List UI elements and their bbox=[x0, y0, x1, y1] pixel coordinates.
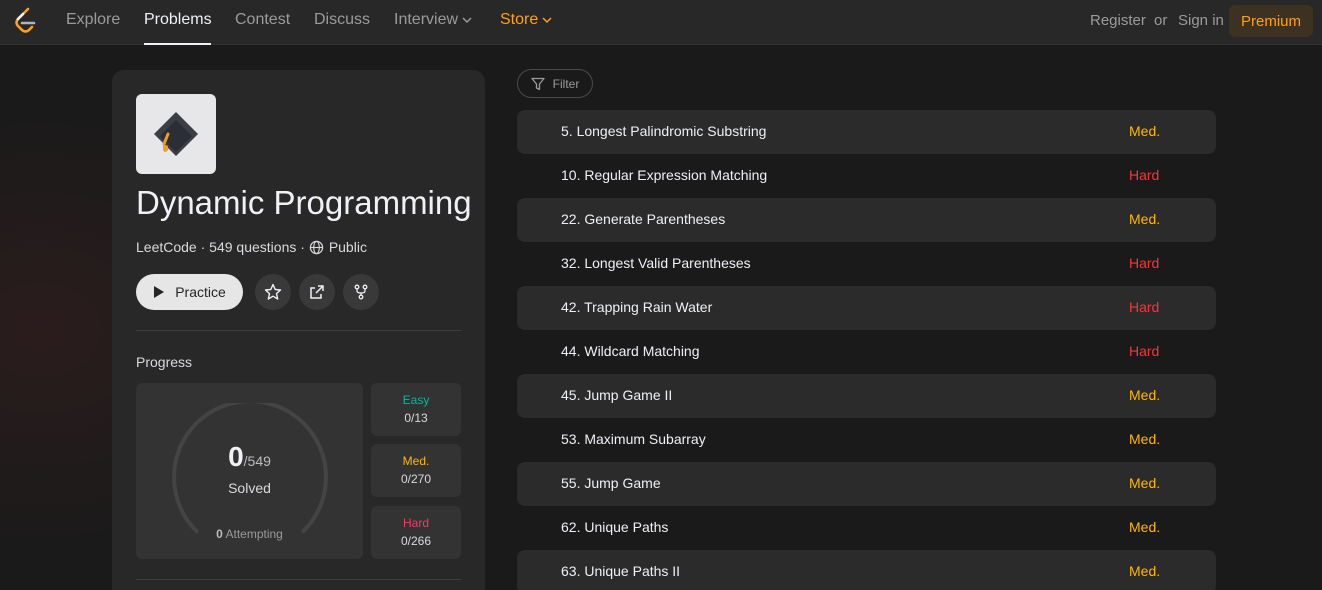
star-icon bbox=[264, 283, 282, 300]
problem-row[interactable]: 45. Jump Game II Med. bbox=[517, 374, 1216, 418]
problem-title[interactable]: 55. Jump Game bbox=[561, 475, 661, 491]
problem-title[interactable]: 22. Generate Parentheses bbox=[561, 211, 725, 227]
leetcode-logo-icon[interactable] bbox=[12, 7, 38, 35]
solved-total: /549 bbox=[243, 453, 271, 469]
hard-label: Hard bbox=[402, 516, 429, 530]
filter-label: Filter bbox=[552, 76, 580, 91]
fork-icon bbox=[354, 284, 368, 300]
globe-icon bbox=[309, 240, 324, 254]
nav-store-label: Store bbox=[500, 11, 539, 28]
list-cover-image bbox=[136, 94, 216, 174]
problem-row[interactable]: 55. Jump Game Med. bbox=[517, 462, 1216, 506]
meta-separator: · bbox=[196, 239, 210, 255]
problem-row[interactable]: 32. Longest Valid Parentheses Hard bbox=[517, 242, 1216, 286]
problem-title[interactable]: 42. Trapping Rain Water bbox=[561, 299, 712, 315]
favorite-button[interactable] bbox=[255, 274, 291, 310]
attempting-label: Attempting bbox=[225, 527, 283, 541]
problem-difficulty: Med. bbox=[1129, 123, 1161, 139]
list-title: Dynamic Programming bbox=[136, 184, 472, 221]
problem-row[interactable]: 5. Longest Palindromic Substring Med. bbox=[517, 110, 1216, 154]
medium-value: 0/270 bbox=[400, 472, 432, 486]
attempting-info: 0 Attempting bbox=[136, 527, 363, 541]
register-link[interactable]: Register bbox=[1090, 12, 1146, 29]
solved-label: Solved bbox=[228, 480, 271, 496]
easy-value: 0/13 bbox=[404, 411, 428, 425]
filter-icon bbox=[531, 77, 545, 90]
problem-difficulty: Med. bbox=[1129, 211, 1161, 227]
nav-discuss[interactable]: Discuss bbox=[314, 11, 370, 29]
question-count: 549 questions bbox=[209, 239, 297, 255]
sign-in-link[interactable]: Sign in bbox=[1178, 12, 1224, 29]
external-link-icon bbox=[310, 285, 324, 299]
nav-contest[interactable]: Contest bbox=[235, 11, 290, 29]
problem-title[interactable]: 63. Unique Paths II bbox=[561, 563, 680, 579]
active-tab-indicator bbox=[144, 43, 211, 45]
visibility-label: Public bbox=[328, 239, 367, 255]
problem-row[interactable]: 63. Unique Paths II Med. bbox=[517, 550, 1216, 590]
medium-label: Med. bbox=[402, 454, 430, 468]
nav-problems[interactable]: Problems bbox=[144, 11, 212, 29]
problem-title[interactable]: 32. Longest Valid Parentheses bbox=[561, 255, 751, 271]
or-text: or bbox=[1154, 12, 1168, 29]
easy-stat: Easy 0/13 bbox=[371, 383, 461, 436]
problem-title[interactable]: 45. Jump Game II bbox=[561, 387, 672, 403]
problem-difficulty: Med. bbox=[1129, 475, 1161, 491]
problem-difficulty: Med. bbox=[1129, 519, 1161, 535]
practice-button[interactable]: Practice bbox=[136, 274, 243, 310]
problem-difficulty: Hard bbox=[1129, 255, 1160, 271]
problem-row[interactable]: 62. Unique Paths Med. bbox=[517, 506, 1216, 550]
easy-label: Easy bbox=[402, 393, 430, 407]
solved-value: 0 bbox=[228, 441, 244, 472]
progress-ring-panel: 0/549 Solved 0 Attempting bbox=[136, 383, 363, 559]
problem-title[interactable]: 5. Longest Palindromic Substring bbox=[561, 123, 766, 139]
divider bbox=[136, 579, 461, 580]
problem-row[interactable]: 10. Regular Expression Matching Hard bbox=[517, 154, 1216, 198]
problem-difficulty: Med. bbox=[1129, 431, 1161, 447]
practice-label: Practice bbox=[175, 284, 226, 300]
divider bbox=[136, 330, 461, 331]
problem-row[interactable]: 22. Generate Parentheses Med. bbox=[517, 198, 1216, 242]
nav-interview[interactable]: Interview bbox=[394, 11, 472, 29]
problem-difficulty: Hard bbox=[1129, 343, 1160, 359]
chevron-down-icon bbox=[542, 17, 552, 23]
problem-title[interactable]: 53. Maximum Subarray bbox=[561, 431, 706, 447]
problem-difficulty: Med. bbox=[1129, 387, 1161, 403]
attempting-count: 0 bbox=[216, 527, 223, 541]
problem-title[interactable]: 10. Regular Expression Matching bbox=[561, 167, 767, 183]
problem-difficulty: Hard bbox=[1129, 167, 1160, 183]
nav-store[interactable]: Store bbox=[500, 11, 552, 29]
filter-button[interactable]: Filter bbox=[517, 69, 593, 98]
problem-title[interactable]: 44. Wildcard Matching bbox=[561, 343, 700, 359]
problem-row[interactable]: 44. Wildcard Matching Hard bbox=[517, 330, 1216, 374]
top-nav: Explore Problems Contest Discuss Intervi… bbox=[0, 0, 1322, 45]
progress-ring bbox=[172, 403, 328, 534]
problem-row[interactable]: 53. Maximum Subarray Med. bbox=[517, 418, 1216, 462]
nav-explore[interactable]: Explore bbox=[66, 11, 120, 29]
share-button[interactable] bbox=[299, 274, 335, 310]
chevron-down-icon bbox=[462, 17, 472, 23]
meta-separator: · bbox=[296, 239, 309, 255]
hard-value: 0/266 bbox=[400, 534, 432, 548]
nav-interview-label: Interview bbox=[394, 11, 459, 28]
problem-row[interactable]: 42. Trapping Rain Water Hard bbox=[517, 286, 1216, 330]
problem-difficulty: Med. bbox=[1129, 563, 1161, 579]
problem-difficulty: Hard bbox=[1129, 299, 1160, 315]
problem-title[interactable]: 62. Unique Paths bbox=[561, 519, 668, 535]
hard-stat: Hard 0/266 bbox=[371, 506, 461, 559]
graduation-cap-icon bbox=[154, 112, 198, 156]
medium-stat: Med. 0/270 bbox=[371, 444, 461, 497]
progress-heading: Progress bbox=[136, 354, 193, 370]
premium-button[interactable]: Premium bbox=[1229, 5, 1313, 37]
play-icon bbox=[154, 286, 165, 298]
list-meta: LeetCode · 549 questions · Public bbox=[136, 239, 367, 255]
list-author: LeetCode bbox=[136, 239, 197, 255]
solved-count: 0/549 bbox=[136, 441, 363, 473]
fork-button[interactable] bbox=[343, 274, 379, 310]
